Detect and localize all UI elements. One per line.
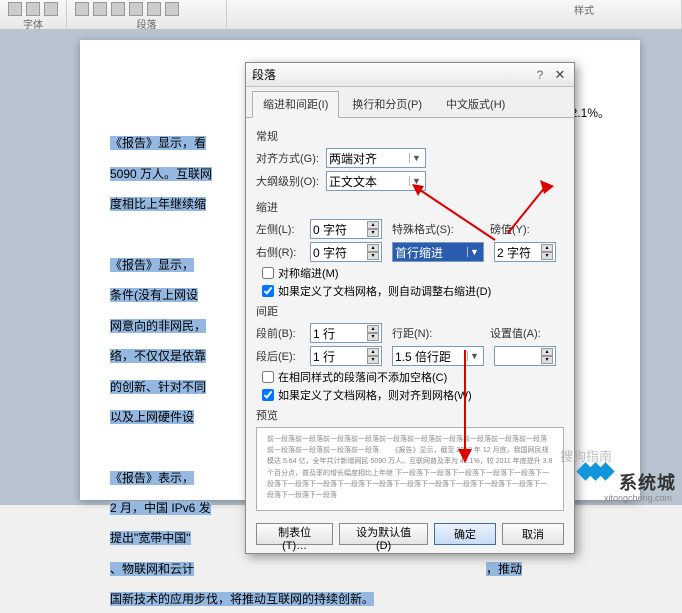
numbering-icon[interactable] [93,2,107,16]
nosame-checkbox[interactable] [262,371,274,383]
dialog-body: 常规 对齐方式(G): 两端对齐 ▼ 大纲级别(O): 正文文本 ▼ 缩进 左侧(L… [246,118,574,518]
special-combo[interactable]: 首行缩进 ▼ [392,242,484,262]
autogrid1-checkbox[interactable] [262,285,274,297]
text-p3c: 2 月，中国 IPv6 发 [110,501,211,515]
tab-indent-spacing[interactable]: 缩进和间距(I) [252,91,339,118]
text-p3h: ，推动 [486,562,522,576]
snap-grid-check[interactable]: 如果定义了文档网格，则对齐到网格(W) [262,387,564,403]
at-label: 设置值(A): [490,325,546,341]
text-p3e: 提出"宽带中国" [110,531,191,545]
section-spacing: 间距 [256,303,564,319]
autogrid2-label: 如果定义了文档网格，则对齐到网格(W) [278,387,472,403]
bold-icon[interactable] [8,2,22,16]
outline-label: 大纲级别(O): [256,173,322,189]
dialog-titlebar[interactable]: 段落 ? ✕ [246,63,574,87]
by-spin[interactable]: 2 字符▴▾ [494,242,556,262]
section-indent: 缩进 [256,199,564,215]
tab-line-page-breaks[interactable]: 换行和分页(P) [341,91,433,117]
close-icon[interactable]: ✕ [552,67,568,83]
outline-combo[interactable]: 正文文本 ▼ [326,171,426,191]
space-after-spin[interactable]: 1 行▴▾ [310,346,382,366]
dialog-title-text: 段落 [252,66,532,83]
autogrid2-checkbox[interactable] [262,389,274,401]
space-after-value: 1 行 [313,348,335,365]
indent-right-label: 右侧(R): [256,244,306,260]
space-before-label: 段前(B): [256,325,306,341]
section-general: 常规 [256,128,564,144]
text-p2k: 以及上网硬件设 [110,410,194,424]
by-label: 磅值(Y): [490,221,538,237]
text-p2i: 的创新、针对不同 [110,380,206,394]
chevron-down-icon: ▼ [409,153,423,163]
set-default-button[interactable]: 设为默认值(D) [339,523,428,545]
ribbon-group-paragraph: 段落 [67,0,227,29]
autogrid1-label: 如果定义了文档网格，则自动调整右缩进(D) [278,283,491,299]
at-spin[interactable]: ▴▾ [494,346,556,366]
text-p3g: 、物联网和云计 [110,562,194,576]
text-p1a: 《报告》显示，看 [110,136,206,150]
no-space-same-style-check[interactable]: 在相同样式的段落间不添加空格(C) [262,369,564,385]
alignment-combo[interactable]: 两端对齐 ▼ [326,148,426,168]
indent-right-icon[interactable] [129,2,143,16]
text-p3a: 《报告》表示， [110,471,194,485]
tab-asian-typography[interactable]: 中文版式(H) [435,91,516,117]
indent-right-value: 0 字符 [313,244,347,261]
mirror-checkbox[interactable] [262,267,274,279]
line-spacing-value: 1.5 倍行距 [395,348,451,365]
chevron-down-icon: ▼ [467,247,481,257]
preview-box: 前一段落前一段落前一段落前一段落前一段落前一段落前一段落前一段落前一段落前一段落… [256,427,564,511]
paragraph-dialog: 段落 ? ✕ 缩进和间距(I) 换行和分页(P) 中文版式(H) 常规 对齐方式… [245,62,575,554]
underline-icon[interactable] [44,2,58,16]
indent-right-spin[interactable]: 0 字符▴▾ [310,242,382,262]
text-p2g: 络，不仅仅是依靠 [110,349,206,363]
line-spacing-label: 行距(N): [392,325,442,341]
ribbon-label-paragraph: 段落 [75,16,218,31]
italic-icon[interactable] [26,2,40,16]
space-before-spin[interactable]: 1 行▴▾ [310,323,382,343]
indent-left-icon[interactable] [111,2,125,16]
alignment-label: 对齐方式(G): [256,150,322,166]
ribbon-label-styles: 样式 [495,2,673,17]
alignment-value: 两端对齐 [329,150,377,167]
mirror-indent-check[interactable]: 对称缩进(M) [262,265,564,281]
indent-left-label: 左侧(L): [256,221,306,237]
chevron-down-icon: ▼ [467,351,481,361]
outline-value: 正文文本 [329,173,377,190]
indent-left-spin[interactable]: 0 字符▴▾ [310,219,382,239]
align-center-icon[interactable] [165,2,179,16]
text-p3i: 国新技术的应用步伐，将推动互联网的持续创新。 [110,592,374,606]
indent-left-value: 0 字符 [313,221,347,238]
ribbon-label-font: 字体 [8,16,58,31]
ok-button[interactable]: 确定 [434,523,496,545]
mirror-label: 对称缩进(M) [278,265,339,281]
cancel-button[interactable]: 取消 [502,523,564,545]
logo-text: 系统城 [619,469,676,495]
autogrid-indent-check[interactable]: 如果定义了文档网格，则自动调整右缩进(D) [262,283,564,299]
special-value: 首行缩进 [395,244,443,261]
by-value: 2 字符 [497,244,531,261]
align-left-icon[interactable] [147,2,161,16]
ribbon-group-font: 字体 [0,0,67,29]
logo-icon [579,465,613,499]
ribbon-group-styles: 样式 [227,0,682,29]
brand-logo: 系统城 [579,465,676,499]
text-p2a: 《报告》显示， [110,258,194,272]
line-spacing-combo[interactable]: 1.5 倍行距 ▼ [392,346,484,366]
chevron-down-icon: ▼ [409,176,423,186]
text-p1c: 5090 万人。互联网 [110,167,212,181]
text-p2c: 条件(没有上网设 [110,288,198,302]
space-after-label: 段后(E): [256,348,306,364]
section-preview: 预览 [256,407,564,423]
ribbon: 字体 段落 样式 [0,0,682,30]
dialog-buttons: 制表位(T)… 设为默认值(D) 确定 取消 [246,518,574,553]
nosame-label: 在相同样式的段落间不添加空格(C) [278,369,447,385]
tabs-button[interactable]: 制表位(T)… [256,523,333,545]
bullets-icon[interactable] [75,2,89,16]
text-p1e: 度相比上年继续缩 [110,197,206,211]
dialog-tabs: 缩进和间距(I) 换行和分页(P) 中文版式(H) [246,87,574,118]
help-icon[interactable]: ? [532,68,548,82]
special-label: 特殊格式(S): [392,221,460,237]
space-before-value: 1 行 [313,325,335,342]
text-p2e: 网意向的非网民， [110,319,206,333]
